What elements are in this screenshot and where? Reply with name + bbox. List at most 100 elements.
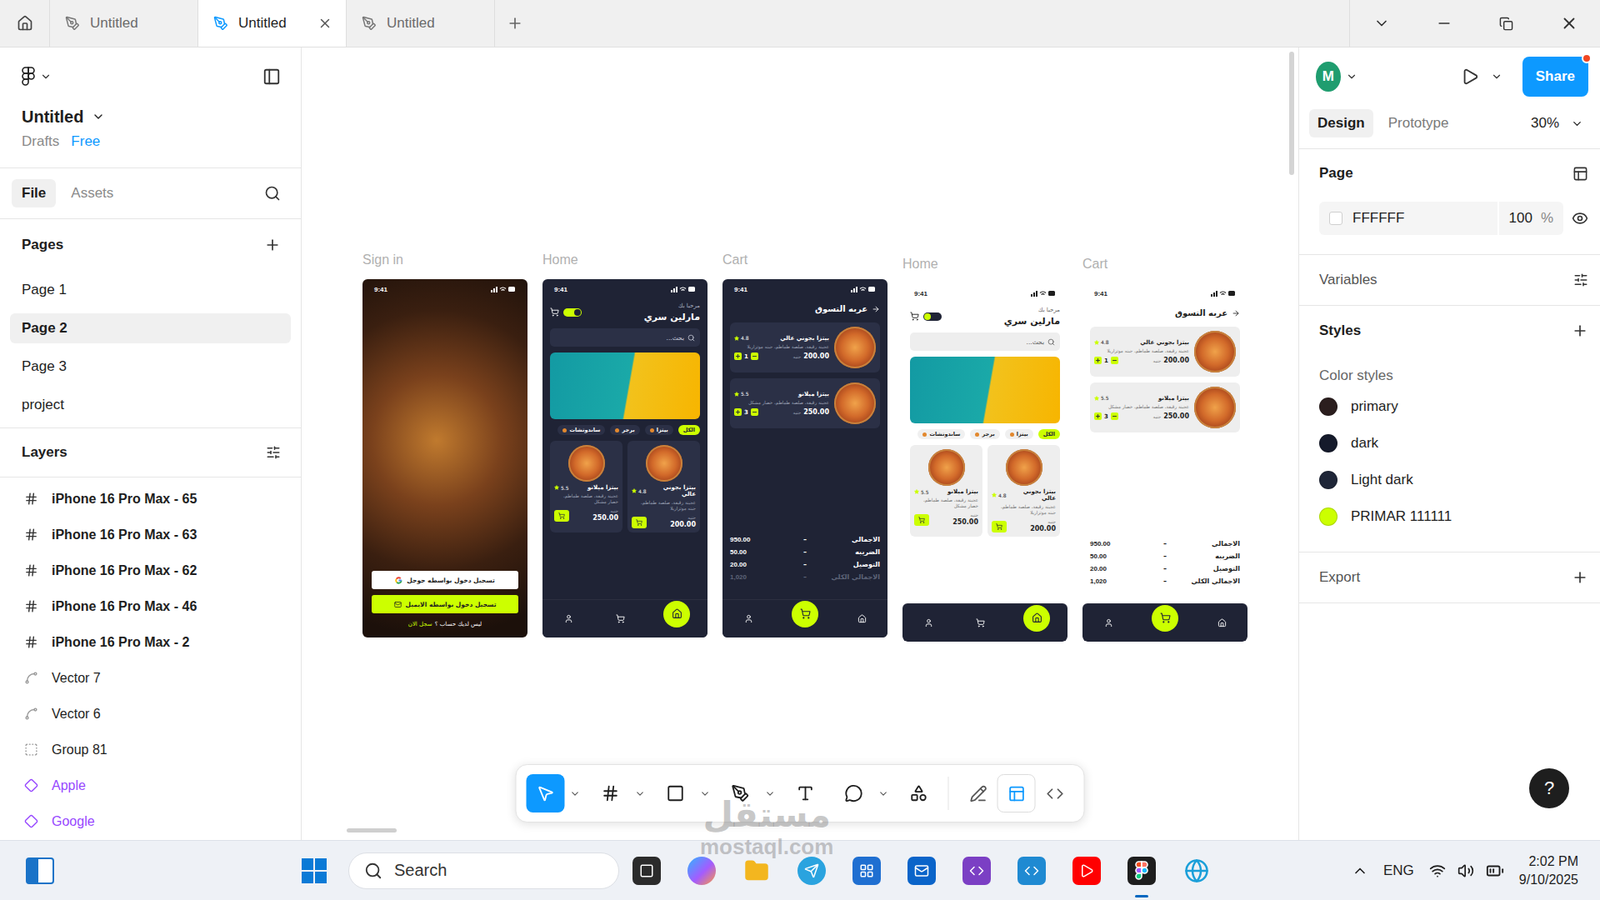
- add-to-cart-button[interactable]: [991, 520, 1007, 533]
- frame[interactable]: Sign in9:41تسجيل دخول بواسطه جوجلتسجيل د…: [362, 251, 528, 638]
- chevron-down-icon[interactable]: [1345, 70, 1358, 83]
- zoom-menu[interactable]: 30%: [1530, 115, 1589, 132]
- frame-label[interactable]: Cart: [722, 251, 888, 269]
- page-settings-icon[interactable]: [1572, 165, 1589, 182]
- restore-button[interactable]: [1475, 0, 1538, 47]
- category-chip[interactable]: برجر: [610, 425, 640, 435]
- increase-button[interactable]: [1094, 412, 1102, 420]
- comment-tool[interactable]: [835, 774, 874, 813]
- nav-item[interactable]: [1023, 605, 1050, 632]
- tool-menu-button[interactable]: [876, 788, 890, 800]
- page-item[interactable]: Page 3: [10, 351, 291, 382]
- tool-menu-button[interactable]: [633, 788, 647, 800]
- visibility-icon[interactable]: [1571, 210, 1589, 227]
- phone-screen[interactable]: 9:41عربه التسوقبيتزا بجوني عالي4.8عجينة …: [1082, 283, 1248, 642]
- tray-overflow-icon[interactable]: [1351, 862, 1369, 880]
- canvas[interactable]: Sign in9:41تسجيل دخول بواسطه جوجلتسجيل د…: [301, 47, 1299, 840]
- file-location[interactable]: Drafts: [21, 133, 60, 150]
- search-button[interactable]: [264, 185, 281, 202]
- increase-button[interactable]: [1094, 356, 1102, 365]
- properties-tab[interactable]: Prototype: [1380, 109, 1458, 138]
- mode-button[interactable]: [959, 774, 998, 813]
- nav-item[interactable]: [971, 615, 989, 632]
- frame[interactable]: Home 9:41مرحبا بكمارلين سريبحث...الكلبيتز…: [542, 251, 708, 638]
- theme-toggle[interactable]: [563, 308, 582, 317]
- phone-screen[interactable]: 9:41عربه التسوقبيتزا بجوني عالي4.8عجينة …: [722, 279, 888, 638]
- taskbar-app[interactable]: [949, 840, 1005, 900]
- help-button[interactable]: ?: [1529, 768, 1570, 809]
- color-swatch[interactable]: [1329, 211, 1343, 225]
- nav-item[interactable]: [1100, 615, 1117, 632]
- taskbar-app[interactable]: [619, 840, 675, 900]
- vertical-scrollbar[interactable]: [1289, 51, 1295, 175]
- share-button[interactable]: Share: [1522, 56, 1589, 97]
- google-login-button[interactable]: تسجيل دخول بواسطه جوجل: [371, 570, 519, 590]
- page-item[interactable]: Page 2: [10, 313, 291, 344]
- back-arrow-icon[interactable]: [871, 305, 880, 314]
- frame-label[interactable]: Home: [542, 251, 708, 269]
- add-style-icon[interactable]: [1571, 322, 1589, 340]
- nav-item[interactable]: [853, 610, 870, 628]
- frame-label[interactable]: Cart: [1082, 255, 1248, 273]
- frame[interactable]: Cart 9:41عربه التسوقبيتزا بجوني عالي4.8عج…: [722, 251, 888, 638]
- phone-screen[interactable]: 9:41تسجيل دخول بواسطه جوجلتسجيل دخول بوا…: [362, 279, 528, 638]
- nav-item[interactable]: [740, 610, 757, 628]
- phone-screen[interactable]: 9:41مرحبا بكمارلين سريبحث...الكلبيتزابرج…: [542, 279, 708, 638]
- taskbar-app[interactable]: [1114, 840, 1170, 900]
- tabs-menu-button[interactable]: [1350, 0, 1413, 47]
- new-tab-button[interactable]: [495, 0, 535, 47]
- layer-row[interactable]: iPhone 16 Pro Max - 2: [0, 624, 301, 660]
- page-color-field[interactable]: FFFFFF100%: [1319, 201, 1564, 235]
- nav-item[interactable]: [663, 600, 690, 628]
- banner-image[interactable]: [550, 352, 700, 420]
- horizontal-scrollbar[interactable]: [346, 828, 397, 833]
- chevron-down-icon[interactable]: [1490, 70, 1503, 83]
- layer-row[interactable]: Apple: [0, 767, 301, 804]
- increase-button[interactable]: [734, 352, 742, 360]
- increase-button[interactable]: [734, 408, 742, 416]
- taskbar-app[interactable]: [729, 840, 785, 900]
- decrease-button[interactable]: [750, 352, 759, 360]
- tool-menu-button[interactable]: [763, 788, 777, 800]
- add-to-cart-button[interactable]: [631, 516, 647, 529]
- back-arrow-icon[interactable]: [1231, 309, 1240, 318]
- banner-image[interactable]: [910, 356, 1060, 424]
- properties-tab[interactable]: Design: [1309, 109, 1374, 138]
- search-field[interactable]: بحث...: [910, 332, 1060, 351]
- product-card[interactable]: بيتزا بجوني عالي4.8عجينة رقيقة، صلصة طما…: [987, 445, 1060, 537]
- theme-toggle[interactable]: [923, 312, 942, 321]
- category-chip[interactable]: بيتزا: [1005, 429, 1034, 440]
- add-page-icon[interactable]: [264, 236, 281, 254]
- search-field[interactable]: بحث...: [550, 328, 700, 347]
- taskbar-app[interactable]: [674, 840, 730, 900]
- present-icon[interactable]: [1460, 67, 1480, 86]
- close-button[interactable]: [1537, 0, 1600, 47]
- frame[interactable]: Home 9:41مرحبا بكمارلين سريبحث...الكلبيتز…: [902, 255, 1068, 642]
- cart-icon[interactable]: [910, 311, 920, 321]
- plan-link[interactable]: Free: [70, 133, 100, 150]
- layer-row[interactable]: Google: [0, 803, 301, 840]
- panel-toggle-icon[interactable]: [262, 67, 281, 86]
- tab-close-button[interactable]: [317, 15, 333, 31]
- layer-row[interactable]: Group 81: [0, 731, 301, 768]
- add-to-cart-button[interactable]: [554, 510, 570, 522]
- layer-row[interactable]: iPhone 16 Pro Max - 62: [0, 552, 301, 589]
- product-card[interactable]: بيتزا بجوني عالي4.8عجينة رقيقة، صلصة طما…: [627, 440, 700, 533]
- taskbar-search[interactable]: Search: [348, 852, 620, 890]
- nav-item[interactable]: [1151, 605, 1179, 632]
- nav-item[interactable]: [560, 610, 577, 628]
- document-tab[interactable]: Untitled: [50, 0, 199, 47]
- color-style[interactable]: Light dark: [1319, 461, 1589, 499]
- category-chip[interactable]: ساندوتشات: [917, 429, 965, 440]
- move-tool[interactable]: [526, 774, 565, 813]
- pen-tool[interactable]: [721, 774, 760, 813]
- nav-item[interactable]: [611, 610, 629, 628]
- variables-section[interactable]: Variables: [1319, 271, 1378, 289]
- shape-tool[interactable]: [656, 774, 695, 813]
- frame-label[interactable]: Home: [902, 255, 1068, 273]
- layers-options-icon[interactable]: [265, 445, 281, 460]
- taskbar-app[interactable]: [784, 840, 840, 900]
- cart-icon[interactable]: [550, 307, 560, 317]
- phone-screen[interactable]: 9:41مرحبا بكمارلين سريبحث...الكلبيتزابرج…: [902, 283, 1068, 642]
- text-tool[interactable]: [786, 774, 825, 813]
